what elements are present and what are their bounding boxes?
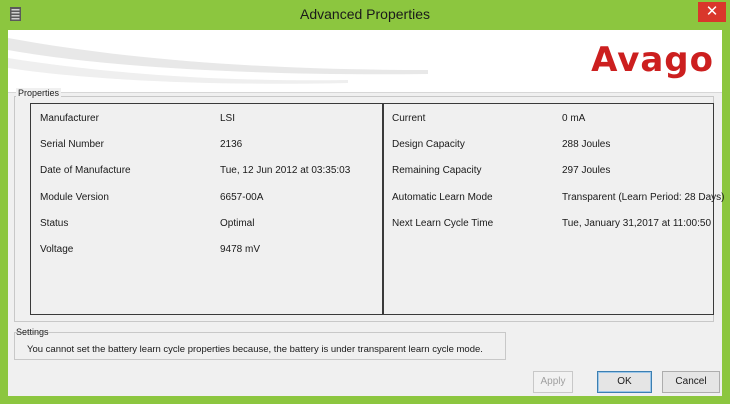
voltage-value: 9478 mV	[220, 244, 261, 255]
next-learn-cycle-time-label: Next Learn Cycle Time	[392, 218, 494, 229]
avago-logo: Avago	[591, 40, 714, 80]
remaining-capacity-value: 297 Joules	[562, 165, 611, 176]
settings-legend: Settings	[16, 327, 49, 337]
next-learn-cycle-time-value: Tue, January 31,2017 at 11:00:50	[562, 218, 711, 229]
ok-button[interactable]: OK	[597, 371, 652, 393]
current-value: 0 mA	[562, 113, 586, 124]
apply-button[interactable]: Apply	[533, 371, 573, 393]
module-version-value: 6657-00A	[220, 192, 264, 203]
close-button[interactable]: ✕	[698, 2, 726, 22]
status-value: Optimal	[220, 218, 255, 229]
column-divider	[382, 104, 384, 314]
serial-number-label: Serial Number	[40, 139, 104, 150]
manufacturer-label: Manufacturer	[40, 113, 99, 124]
close-icon: ✕	[705, 3, 719, 20]
dialog-body: Avago Properties Manufacturer LSI Serial…	[8, 30, 725, 396]
voltage-label: Voltage	[40, 244, 74, 255]
cancel-button[interactable]: Cancel	[662, 371, 720, 393]
remaining-capacity-label: Remaining Capacity	[392, 165, 482, 176]
status-label: Status	[40, 218, 69, 229]
current-label: Current	[392, 113, 426, 124]
brand-banner: Avago	[8, 30, 722, 93]
properties-panel: Manufacturer LSI Serial Number 2136 Date…	[30, 103, 725, 315]
design-capacity-value: 288 Joules	[562, 139, 611, 150]
settings-message: You cannot set the battery learn cycle p…	[27, 344, 483, 355]
module-version-label: Module Version	[40, 192, 109, 203]
advanced-properties-window: Advanced Properties ✕ Avago Properties M…	[0, 0, 730, 404]
design-capacity-label: Design Capacity	[392, 139, 465, 150]
properties-legend: Properties	[16, 88, 62, 98]
date-of-manufacture-value: Tue, 12 Jun 2012 at 03:35:03	[220, 165, 351, 176]
window-title: Advanced Properties	[300, 6, 430, 22]
date-of-manufacture-label: Date of Manufacture	[40, 165, 131, 176]
automatic-learn-mode-value: Transparent (Learn Period: 28 Days)	[562, 192, 725, 203]
automatic-learn-mode-label: Automatic Learn Mode	[392, 192, 493, 203]
title-bar[interactable]: Advanced Properties ✕	[0, 0, 730, 30]
serial-number-value: 2136	[220, 139, 243, 150]
manufacturer-value: LSI	[220, 113, 236, 124]
